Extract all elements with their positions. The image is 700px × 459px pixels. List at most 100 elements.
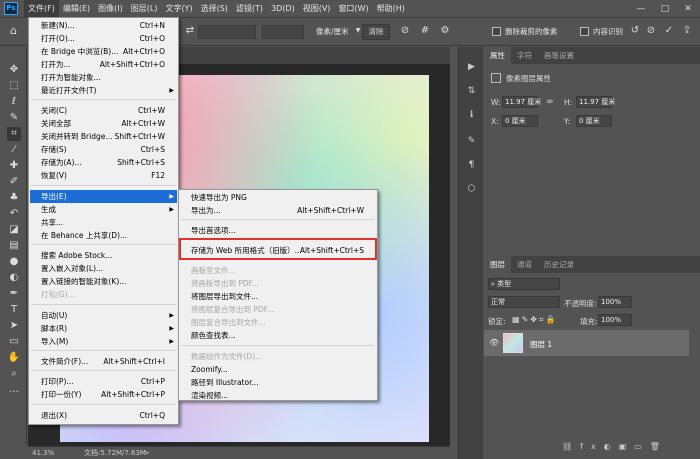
file-menu-item-generate[interactable]: 生成 ▶ [30, 203, 177, 216]
menu-layer[interactable]: 图层(L) [127, 0, 162, 18]
minimize-button[interactable]: — [630, 0, 652, 18]
file-menu-item-close-all[interactable]: 关闭全部 Alt+Ctrl+W [30, 117, 177, 130]
file-menu-item-share[interactable]: 共享... [30, 216, 177, 229]
move-tool-icon[interactable]: ✥ [7, 63, 21, 77]
file-menu-item-browse-bridge[interactable]: 在 Bridge 中浏览(B)... Alt+Ctrl+O [30, 45, 177, 58]
status-arrow-icon[interactable]: > [144, 447, 150, 459]
tab-properties[interactable]: 属性 [484, 47, 511, 64]
info-icon[interactable]: ℹ [465, 109, 478, 122]
blur-tool-icon[interactable]: ● [7, 255, 21, 269]
history-brush-tool-icon[interactable]: ↶ [7, 207, 21, 221]
file-menu-item-open[interactable]: 打开(O)... Ctrl+O [30, 32, 177, 45]
zoom-tool-icon[interactable]: ⌕ [7, 367, 21, 381]
eye-icon[interactable]: 👁 [489, 338, 499, 347]
file-menu-item-import[interactable]: 导入(M) ▶ [30, 335, 177, 348]
gradient-tool-icon[interactable]: ▤ [7, 239, 21, 253]
file-menu-item-open-smart-object[interactable]: 打开为智能对象... [30, 71, 177, 84]
file-menu-item-save-as[interactable]: 存储为(A)... Shift+Ctrl+S [30, 156, 177, 169]
file-menu-item-search-stock[interactable]: 搜索 Adobe Stock... [30, 249, 177, 262]
export-menu-item-quick-export-png[interactable]: 快速导出为 PNG [180, 191, 376, 204]
file-menu-item-close-to-bridge[interactable]: 关闭并转到 Bridge... Shift+Ctrl+W [30, 130, 177, 143]
tab-brush-settings[interactable]: 画笔设置 [538, 47, 580, 64]
pen-tool-icon[interactable]: ✒ [7, 287, 21, 301]
menu-3d[interactable]: 3D(D) [267, 0, 299, 18]
type-tool-icon[interactable]: T [7, 303, 21, 317]
link-icon[interactable]: ∞ [546, 97, 554, 107]
menu-window[interactable]: 窗口(W) [334, 0, 372, 18]
adjust-icon[interactable]: ⇅ [465, 85, 478, 98]
delete-cropped-checkbox[interactable] [492, 27, 501, 36]
menu-edit[interactable]: 编辑(E) [59, 0, 94, 18]
close-button[interactable]: ✕ [677, 0, 699, 18]
export-menu-item-artboards-to-pdf[interactable]: 将画板导出到 PDF... [180, 277, 376, 290]
eraser-tool-icon[interactable]: ◪ [7, 223, 21, 237]
quick-select-tool-icon[interactable]: ✎ [7, 111, 21, 125]
play-icon[interactable]: ▶ [465, 61, 478, 74]
file-menu-item-file-info[interactable]: 文件简介(F)... Alt+Shift+Ctrl+I [30, 355, 177, 368]
tab-character[interactable]: 字符 [511, 47, 538, 64]
file-menu-item-revert[interactable]: 恢复(V) F12 [30, 169, 177, 182]
straighten-icon[interactable]: ⊘ [398, 24, 412, 38]
reset-icon[interactable]: ↺ [628, 24, 642, 38]
unit-select[interactable]: 像素/厘米 [316, 25, 349, 39]
eyedropper-tool-icon[interactable]: ⁄ [7, 143, 21, 157]
3d-icon[interactable]: ⬡ [465, 183, 478, 196]
file-menu-item-save[interactable]: 存储(S) Ctrl+S [30, 143, 177, 156]
menu-help[interactable]: 帮助(H) [373, 0, 409, 18]
file-menu-item-share-behance[interactable]: 在 Behance 上共享(D)... [30, 229, 177, 242]
swap-icon[interactable]: ⇄ [183, 24, 197, 38]
opacity-field[interactable]: 100% [598, 296, 632, 308]
export-menu-item-color-lookup-tables[interactable]: 颜色查找表... [180, 329, 376, 342]
lock-icons[interactable]: ▦✎✥⌗🔒 [512, 315, 557, 325]
file-menu-item-scripts[interactable]: 脚本(R) ▶ [30, 322, 177, 335]
cancel-icon[interactable]: ⊘ [644, 24, 658, 38]
crop-tool-icon[interactable]: ⌗ [7, 127, 21, 141]
layer-filter-select[interactable]: ⌕ 类型 [488, 278, 560, 290]
file-menu-item-open-as[interactable]: 打开为... Alt+Shift+Ctrl+O [30, 58, 177, 71]
export-menu-item-layer-comps-to-files[interactable]: 图层复合导出到文件... [180, 316, 376, 329]
export-menu-item-paths-to-illustrator[interactable]: 路径到 Illustrator... [180, 376, 376, 389]
menu-file[interactable]: 文件(F) [24, 0, 59, 18]
file-menu-item-print[interactable]: 打印(P)... Ctrl+P [30, 375, 177, 388]
menu-filter[interactable]: 滤镜(T) [232, 0, 267, 18]
tab-layers[interactable]: 图层 [484, 256, 511, 273]
file-menu-item-package[interactable]: 打包(G)... [30, 288, 177, 301]
export-menu-item-zoomify[interactable]: Zoomify... [180, 363, 376, 376]
more-tools-icon[interactable]: … [7, 383, 21, 397]
file-menu-item-new[interactable]: 新建(N)... Ctrl+N [30, 19, 177, 32]
crop-width-field[interactable] [198, 25, 256, 39]
content-aware-checkbox[interactable] [580, 27, 589, 36]
menu-view[interactable]: 视图(V) [299, 0, 335, 18]
menu-image[interactable]: 图像(I) [94, 0, 127, 18]
commit-icon[interactable]: ✓ [662, 24, 676, 38]
file-menu-item-place-linked[interactable]: 置入链接的智能对象(K)... [30, 275, 177, 288]
zoom-level[interactable]: 41.3% [32, 447, 54, 459]
export-menu-item-render-video[interactable]: 渲染视频... [180, 389, 376, 402]
export-menu-item-layers-to-files[interactable]: 将图层导出到文件... [180, 290, 376, 303]
share-icon[interactable]: ⇪ [680, 24, 694, 38]
height-field[interactable]: 11.97 厘米 [576, 96, 615, 108]
lasso-tool-icon[interactable]: ℓ [7, 95, 21, 109]
export-menu-item-export-as[interactable]: 导出为... Alt+Shift+Ctrl+W [180, 204, 376, 217]
y-field[interactable]: 0 厘米 [576, 115, 612, 127]
export-menu-item-layer-comps-to-pdf[interactable]: 将图层复合导出到 PDF... [180, 303, 376, 316]
gear-icon[interactable]: ⚙ [438, 24, 452, 38]
fill-field[interactable]: 100% [598, 314, 632, 326]
menu-select[interactable]: 选择(S) [197, 0, 232, 18]
file-menu-item-close[interactable]: 关闭(C) Ctrl+W [30, 104, 177, 117]
shape-tool-icon[interactable]: ▭ [7, 335, 21, 349]
tab-channels[interactable]: 通道 [511, 256, 538, 273]
layer-row[interactable]: 👁 图层 1 [484, 330, 689, 356]
layer-name[interactable]: 图层 1 [530, 339, 552, 350]
file-menu-item-print-one[interactable]: 打印一份(Y) Alt+Shift+Ctrl+P [30, 388, 177, 401]
marquee-tool-icon[interactable]: ⬚ [7, 79, 21, 93]
export-menu-item-export-preferences[interactable]: 导出首选项... [180, 224, 376, 237]
brush-tool-icon[interactable]: ✐ [7, 175, 21, 189]
file-menu-item-exit[interactable]: 退出(X) Ctrl+Q [30, 409, 177, 422]
menu-type[interactable]: 文字(Y) [161, 0, 196, 18]
width-field[interactable]: 11.97 厘米 [502, 96, 541, 108]
tab-history[interactable]: 历史记录 [538, 256, 580, 273]
file-menu-item-automate[interactable]: 自动(U) ▶ [30, 309, 177, 322]
layer-panel-footer-icons[interactable]: ⛓fx◐▣▭🗑 [562, 442, 668, 451]
dodge-tool-icon[interactable]: ◐ [7, 271, 21, 285]
